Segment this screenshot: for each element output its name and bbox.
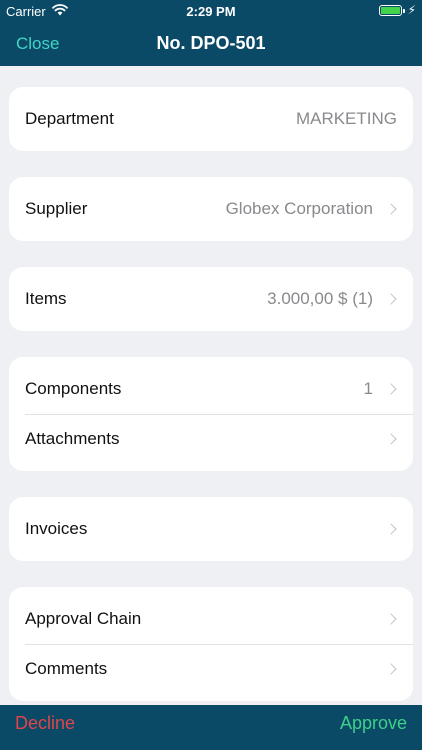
invoices-label: Invoices — [25, 519, 88, 538]
approve-button[interactable]: Approve — [340, 713, 407, 734]
battery-nub — [403, 9, 405, 13]
attachments-label: Attachments — [25, 429, 120, 448]
close-button[interactable]: Close — [16, 34, 59, 54]
detail-list: Department MARKETING Supplier Globex Cor… — [0, 66, 422, 705]
bottom-action-bar: Decline Approve — [0, 705, 422, 750]
items-card: Items 3.000,00 $ (1) — [9, 267, 413, 331]
chevron-right-icon — [385, 293, 397, 305]
status-time: 2:29 PM — [186, 4, 236, 19]
chevron-right-icon — [385, 613, 397, 625]
supplier-row[interactable]: Supplier Globex Corporation — [9, 177, 413, 241]
top-bar: Carrier 2:29 PM ⚡︎ Close No. DPO-501 — [0, 0, 422, 66]
department-row: Department MARKETING — [9, 87, 413, 151]
bolt-icon: ⚡︎ — [407, 3, 416, 17]
department-card: Department MARKETING — [9, 87, 413, 151]
supplier-card: Supplier Globex Corporation — [9, 177, 413, 241]
page-title: No. DPO-501 — [156, 33, 266, 53]
chevron-right-icon — [385, 383, 397, 395]
comments-label: Comments — [25, 659, 108, 678]
department-label: Department — [25, 109, 114, 128]
status-bar: Carrier 2:29 PM ⚡︎ — [0, 0, 422, 22]
attachments-row[interactable]: Attachments — [9, 414, 413, 464]
chevron-right-icon — [385, 433, 397, 445]
supplier-label: Supplier — [25, 199, 88, 218]
invoices-card: Invoices — [9, 497, 413, 561]
approval-chain-row[interactable]: Approval Chain — [9, 594, 413, 644]
chevron-right-icon — [385, 663, 397, 675]
chevron-right-icon — [385, 523, 397, 535]
app-screen: Carrier 2:29 PM ⚡︎ Close No. DPO-501 Dep… — [0, 0, 422, 750]
chevron-right-icon — [385, 203, 397, 215]
items-row[interactable]: Items 3.000,00 $ (1) — [9, 267, 413, 331]
battery-icon — [379, 5, 405, 16]
comments-row[interactable]: Comments — [9, 644, 413, 694]
department-value: MARKETING — [295, 109, 397, 128]
items-value: 3.000,00 $ (1) — [267, 289, 373, 308]
items-label: Items — [25, 289, 67, 308]
invoices-row[interactable]: Invoices — [9, 497, 413, 561]
components-label: Components — [25, 379, 122, 398]
decline-button[interactable]: Decline — [15, 713, 75, 734]
components-attachments-card: Components 1 Attachments — [9, 357, 413, 471]
components-row[interactable]: Components 1 — [9, 364, 413, 414]
approval-comments-card: Approval Chain Comments — [9, 587, 413, 701]
battery-level — [381, 7, 400, 14]
components-value: 1 — [363, 379, 373, 398]
supplier-value: Globex Corporation — [225, 199, 373, 218]
approval-chain-label: Approval Chain — [25, 609, 142, 628]
